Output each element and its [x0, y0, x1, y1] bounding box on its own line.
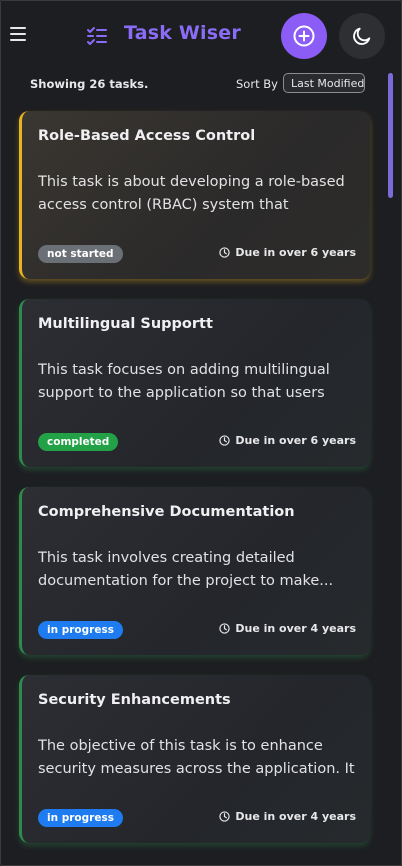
task-description: The objective of this task is to enhance… [38, 738, 355, 777]
checklist-icon [86, 26, 108, 46]
clock-icon [219, 811, 231, 822]
clock-icon [219, 623, 231, 634]
due-text: Due in over 6 years [235, 434, 356, 447]
task-description: This task focuses on adding multilingual… [38, 362, 330, 401]
moon-icon [353, 27, 371, 45]
scrollbar-thumb[interactable] [388, 73, 393, 198]
status-badge: in progress [38, 621, 123, 639]
task-card[interactable]: Comprehensive Documentation This task in… [19, 487, 370, 655]
task-title: Multilingual Supportt [38, 316, 213, 332]
app-title: Task Wiser [124, 22, 241, 44]
task-count-text: Showing 26 tasks. [30, 77, 149, 91]
task-card[interactable]: Role-Based Access Control This task is a… [19, 111, 370, 279]
task-description: This task involves creating detailed doc… [38, 550, 334, 589]
sort-select[interactable]: Last Modified [283, 73, 365, 93]
due-date: Due in over 4 years [219, 810, 356, 823]
task-title: Comprehensive Documentation [38, 504, 295, 520]
sort-by-label: Sort By [236, 77, 278, 91]
status-badge: in progress [38, 809, 123, 827]
status-badge: completed [38, 433, 119, 451]
add-task-button[interactable] [281, 13, 327, 59]
due-date: Due in over 4 years [219, 622, 356, 635]
due-date: Due in over 6 years [219, 434, 356, 447]
task-description: This task is about developing a role-bas… [38, 174, 345, 213]
task-title: Security Enhancements [38, 692, 231, 708]
clock-icon [219, 247, 231, 258]
status-badge: not started [38, 245, 123, 263]
task-card[interactable]: Multilingual Supportt This task focuses … [19, 299, 370, 467]
hamburger-icon[interactable] [10, 26, 28, 42]
theme-toggle-button[interactable] [339, 13, 385, 59]
task-title: Role-Based Access Control [38, 128, 256, 144]
task-card[interactable]: Security Enhancements The objective of t… [19, 675, 370, 843]
app-header: Task Wiser [0, 0, 402, 70]
due-text: Due in over 6 years [235, 246, 356, 259]
clock-icon [219, 435, 231, 446]
due-date: Due in over 6 years [219, 246, 356, 259]
plus-circle-icon [293, 25, 315, 47]
due-text: Due in over 4 years [235, 622, 356, 635]
due-text: Due in over 4 years [235, 810, 356, 823]
